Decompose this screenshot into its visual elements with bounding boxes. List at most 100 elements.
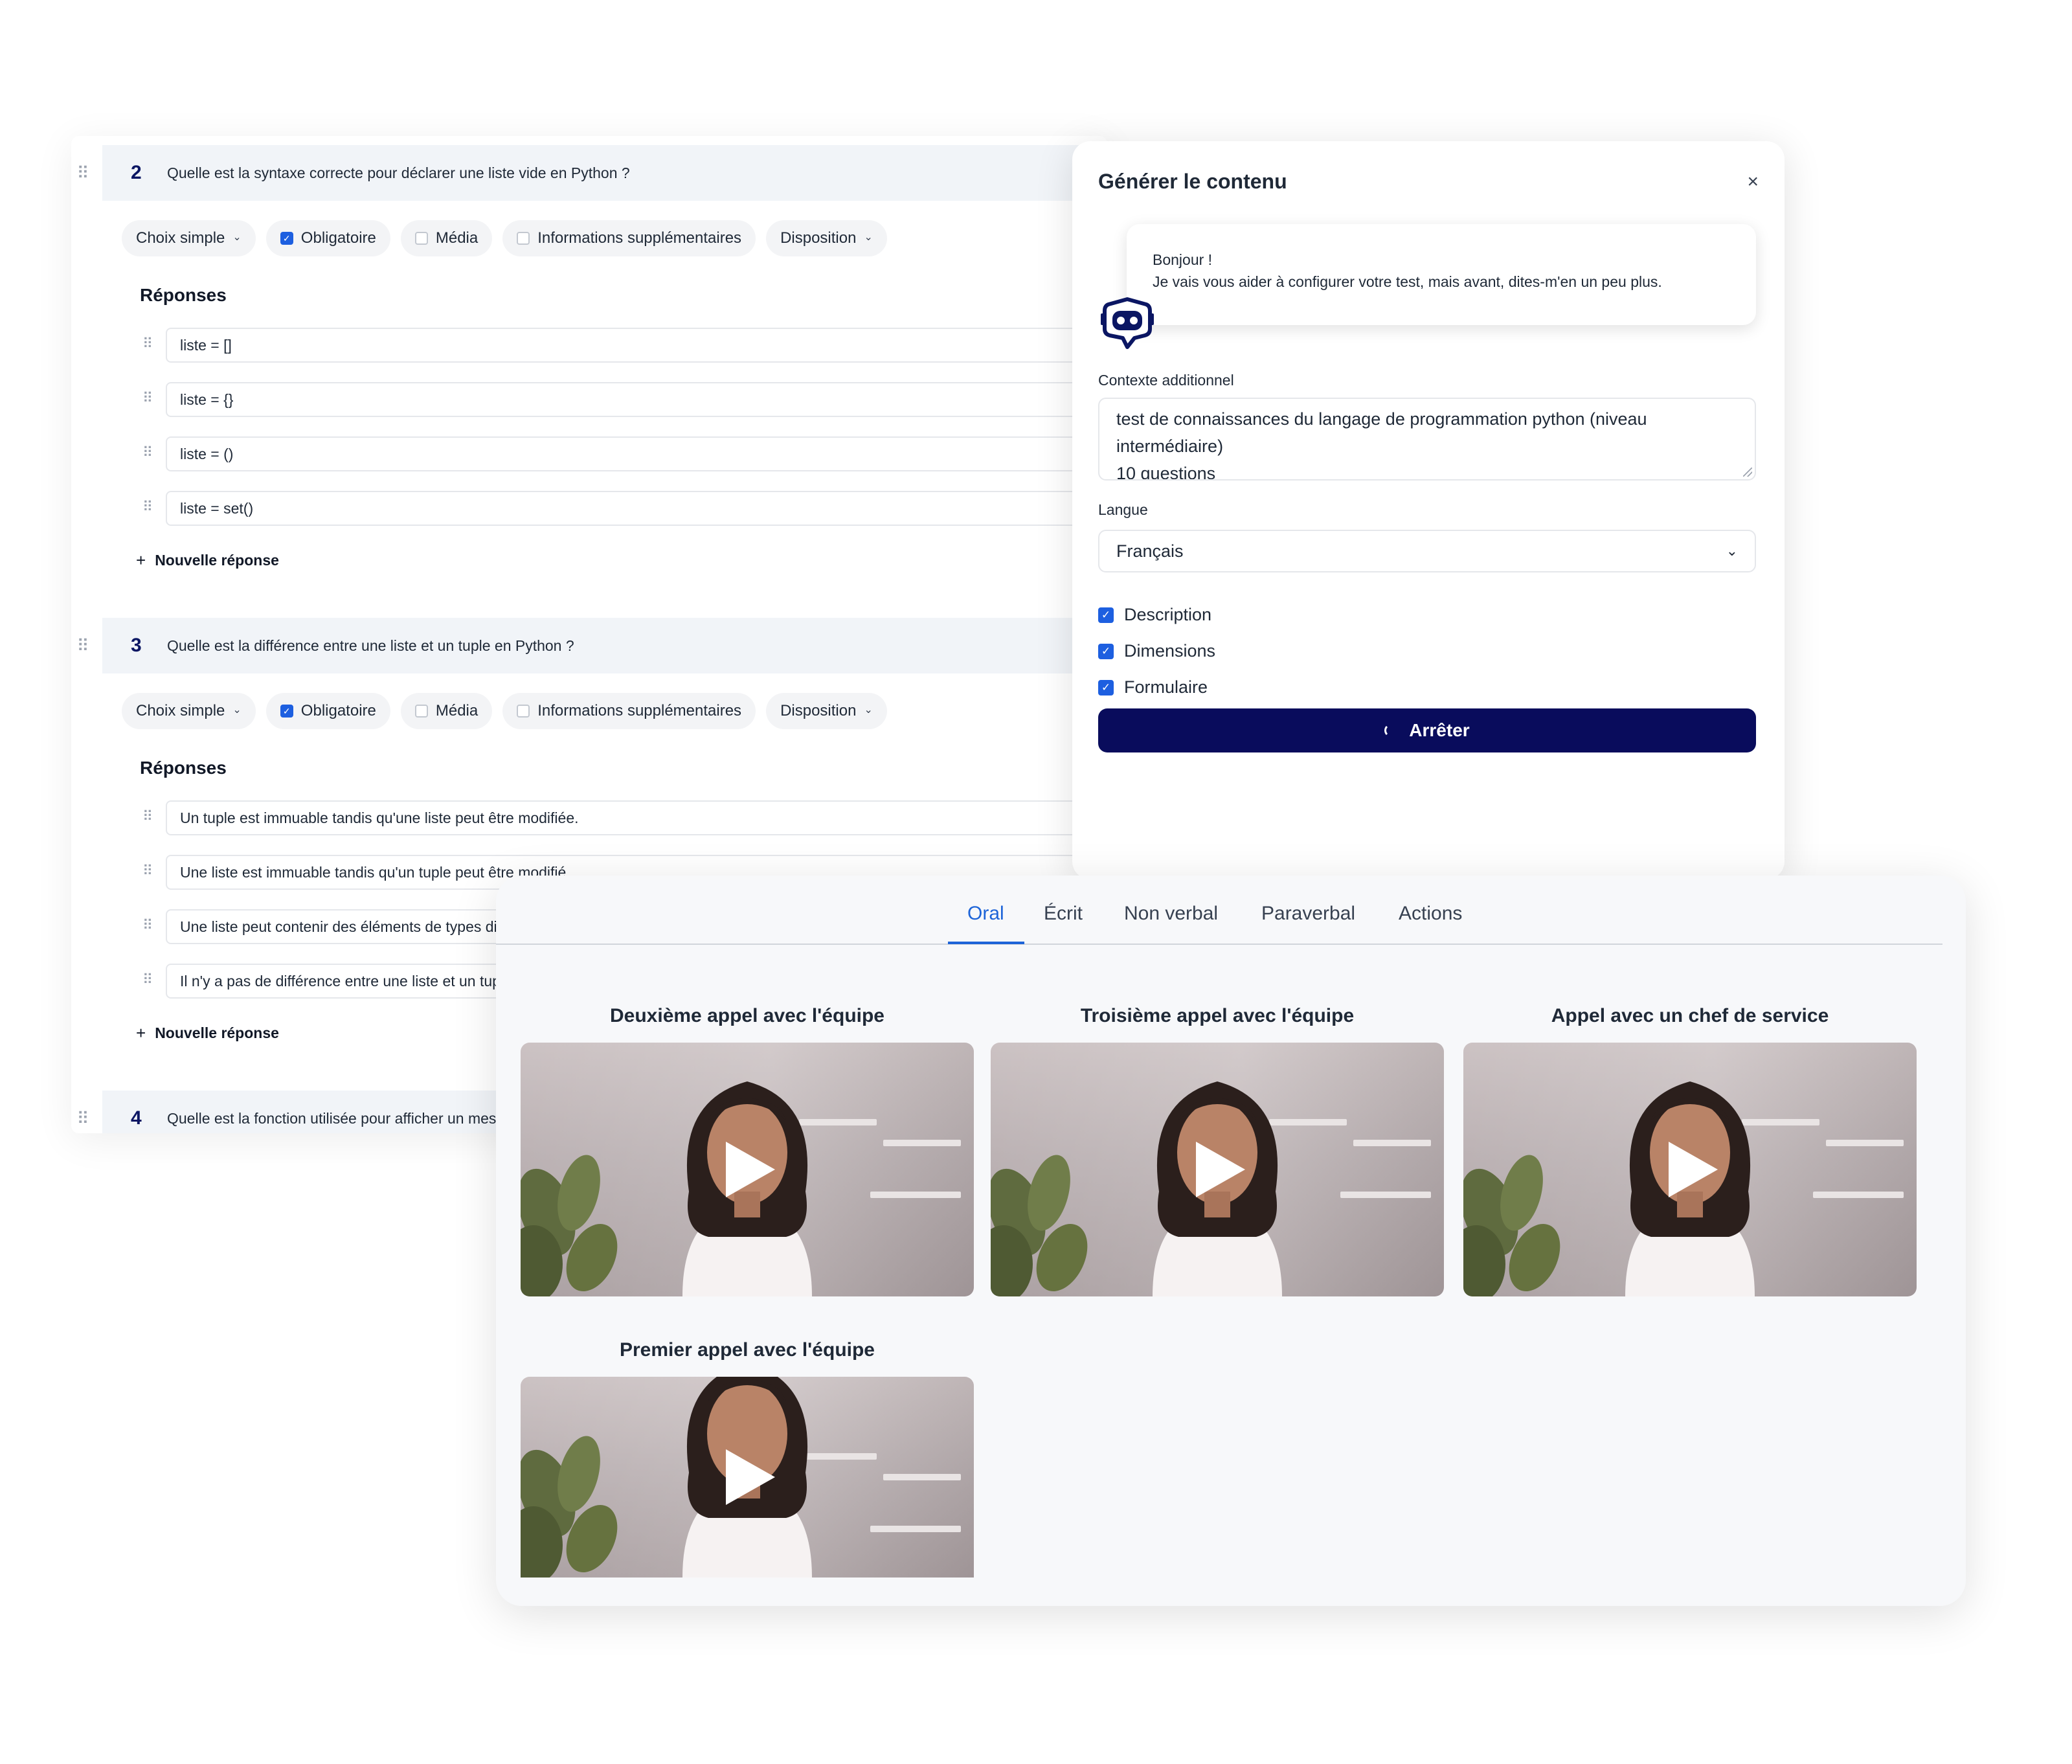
question-header[interactable]: 3 Quelle est la différence entre une lis… (102, 618, 1107, 673)
question-options: Choix simple ⌄ ✓ Obligatoire Média Infor… (122, 693, 887, 729)
resize-handle-icon[interactable] (1743, 468, 1752, 477)
checkbox-icon (517, 705, 530, 718)
drag-handle-icon[interactable]: ⠿ (142, 809, 153, 824)
spinner-icon (1384, 724, 1397, 737)
video-title: Deuxième appel avec l'équipe (610, 1005, 884, 1026)
question-number: 2 (131, 162, 142, 183)
question-type-select[interactable]: Choix simple ⌄ (122, 693, 256, 729)
close-icon[interactable]: × (1747, 171, 1759, 193)
plus-icon: + (136, 1023, 146, 1043)
question-text: Quelle est la syntaxe correcte pour décl… (167, 164, 630, 181)
drag-handle-icon[interactable]: ⠿ (76, 164, 89, 181)
play-icon[interactable] (712, 1442, 783, 1513)
video-thumbnail[interactable] (521, 1377, 974, 1577)
drag-handle-icon[interactable]: ⠿ (142, 446, 153, 460)
drag-handle-icon[interactable]: ⠿ (142, 391, 153, 405)
modal-title: Générer le contenu (1098, 170, 1287, 193)
extra-info-label: Informations supplémentaires (537, 702, 742, 719)
add-answer-label: Nouvelle réponse (155, 1024, 279, 1041)
drag-handle-icon[interactable]: ⠿ (142, 500, 153, 514)
checkbox-checked-icon[interactable]: ✓ (1098, 607, 1114, 623)
media-label: Média (435, 702, 479, 719)
drag-handle-icon[interactable]: ⠿ (76, 637, 89, 654)
question-options: Choix simple ⌄ ✓ Obligatoire Média Infor… (122, 220, 887, 256)
shelf (883, 1140, 961, 1146)
video-title: Troisième appel avec l'équipe (1080, 1005, 1355, 1026)
tab-ecrit[interactable]: Écrit (1044, 903, 1083, 925)
layout-select[interactable]: Disposition ⌄ (766, 220, 887, 256)
answers-title: Réponses (140, 758, 227, 778)
shelf (870, 1526, 961, 1532)
drag-handle-icon[interactable]: ⠿ (142, 973, 153, 987)
tab-paraverbal[interactable]: Paraverbal (1261, 903, 1355, 925)
answer-input[interactable]: liste = [] (166, 328, 1107, 363)
extra-info-toggle[interactable]: Informations supplémentaires (502, 220, 756, 256)
question-text: Quelle est la différence entre une liste… (167, 637, 574, 654)
extra-info-toggle[interactable]: Informations supplémentaires (502, 693, 756, 729)
required-label: Obligatoire (300, 229, 376, 247)
assistant-message: Bonjour ! Je vais vous aider à configure… (1127, 224, 1756, 325)
answer-input[interactable]: liste = set() (166, 491, 1107, 526)
play-icon[interactable] (1654, 1134, 1726, 1205)
chevron-down-icon: ⌄ (864, 705, 873, 716)
video-title: Appel avec un chef de service (1551, 1005, 1829, 1026)
drag-handle-icon[interactable]: ⠿ (76, 1110, 89, 1127)
media-toggle[interactable]: Média (400, 220, 493, 256)
plus-icon: + (136, 550, 146, 570)
answer-input[interactable]: liste = () (166, 436, 1107, 471)
checkbox-icon (414, 705, 428, 718)
option-form[interactable]: ✓ Formulaire (1098, 677, 1208, 697)
required-label: Obligatoire (300, 702, 376, 719)
play-icon[interactable] (1182, 1134, 1253, 1205)
tab-non-verbal[interactable]: Non verbal (1124, 903, 1218, 925)
tab-divider (496, 944, 1942, 945)
generate-content-modal: Générer le contenu × Bonjour ! Je vais v… (1072, 141, 1785, 879)
context-value: test de connaissances du langage de prog… (1116, 409, 1647, 481)
question-header[interactable]: 2 Quelle est la syntaxe correcte pour dé… (102, 145, 1107, 201)
tab-oral[interactable]: Oral (967, 903, 1004, 925)
question-type-label: Choix simple (136, 702, 225, 719)
video-thumbnail[interactable] (991, 1043, 1444, 1296)
video-thumbnail[interactable] (1463, 1043, 1917, 1296)
add-answer-button[interactable]: + Nouvelle réponse (136, 1023, 279, 1043)
question-type-select[interactable]: Choix simple ⌄ (122, 220, 256, 256)
shelf (1340, 1192, 1431, 1198)
option-dimensions[interactable]: ✓ Dimensions (1098, 641, 1215, 661)
option-label: Description (1124, 605, 1212, 624)
drag-handle-icon[interactable]: ⠿ (142, 918, 153, 933)
option-label: Formulaire (1124, 677, 1208, 697)
answer-row: ⠿ liste = () (142, 436, 1107, 471)
media-toggle[interactable]: Média (400, 693, 493, 729)
answers-title: Réponses (140, 285, 227, 305)
context-textarea[interactable]: test de connaissances du langage de prog… (1098, 398, 1756, 481)
add-answer-label: Nouvelle réponse (155, 552, 279, 569)
stop-label: Arrêter (1409, 720, 1470, 740)
answer-input[interactable]: Un tuple est immuable tandis qu'une list… (166, 800, 1107, 835)
checkbox-checked-icon[interactable]: ✓ (1098, 679, 1114, 695)
layout-select[interactable]: Disposition ⌄ (766, 693, 887, 729)
video-library-panel: Oral Écrit Non verbal Paraverbal Actions… (496, 876, 1966, 1606)
drag-handle-icon[interactable]: ⠿ (142, 337, 153, 351)
checkbox-checked-icon: ✓ (280, 705, 293, 718)
option-description[interactable]: ✓ Description (1098, 605, 1211, 625)
stop-button[interactable]: Arrêter (1098, 708, 1756, 752)
required-toggle[interactable]: ✓ Obligatoire (265, 220, 390, 256)
layout-label: Disposition (780, 702, 857, 719)
chevron-down-icon: ⌄ (1726, 543, 1738, 559)
tab-actions[interactable]: Actions (1399, 903, 1462, 925)
checkbox-checked-icon: ✓ (280, 232, 293, 245)
media-label: Média (435, 229, 479, 247)
language-select[interactable]: Français ⌄ (1098, 530, 1756, 572)
required-toggle[interactable]: ✓ Obligatoire (265, 693, 390, 729)
question-type-label: Choix simple (136, 229, 225, 247)
question-number: 4 (131, 1107, 142, 1129)
answer-input[interactable]: liste = {} (166, 382, 1107, 417)
shelf (870, 1192, 961, 1198)
option-label: Dimensions (1124, 641, 1216, 661)
checkbox-icon (517, 232, 530, 245)
drag-handle-icon[interactable]: ⠿ (142, 864, 153, 878)
play-icon[interactable] (712, 1134, 783, 1205)
checkbox-checked-icon[interactable]: ✓ (1098, 643, 1114, 659)
video-thumbnail[interactable] (521, 1043, 974, 1296)
add-answer-button[interactable]: + Nouvelle réponse (136, 550, 279, 571)
